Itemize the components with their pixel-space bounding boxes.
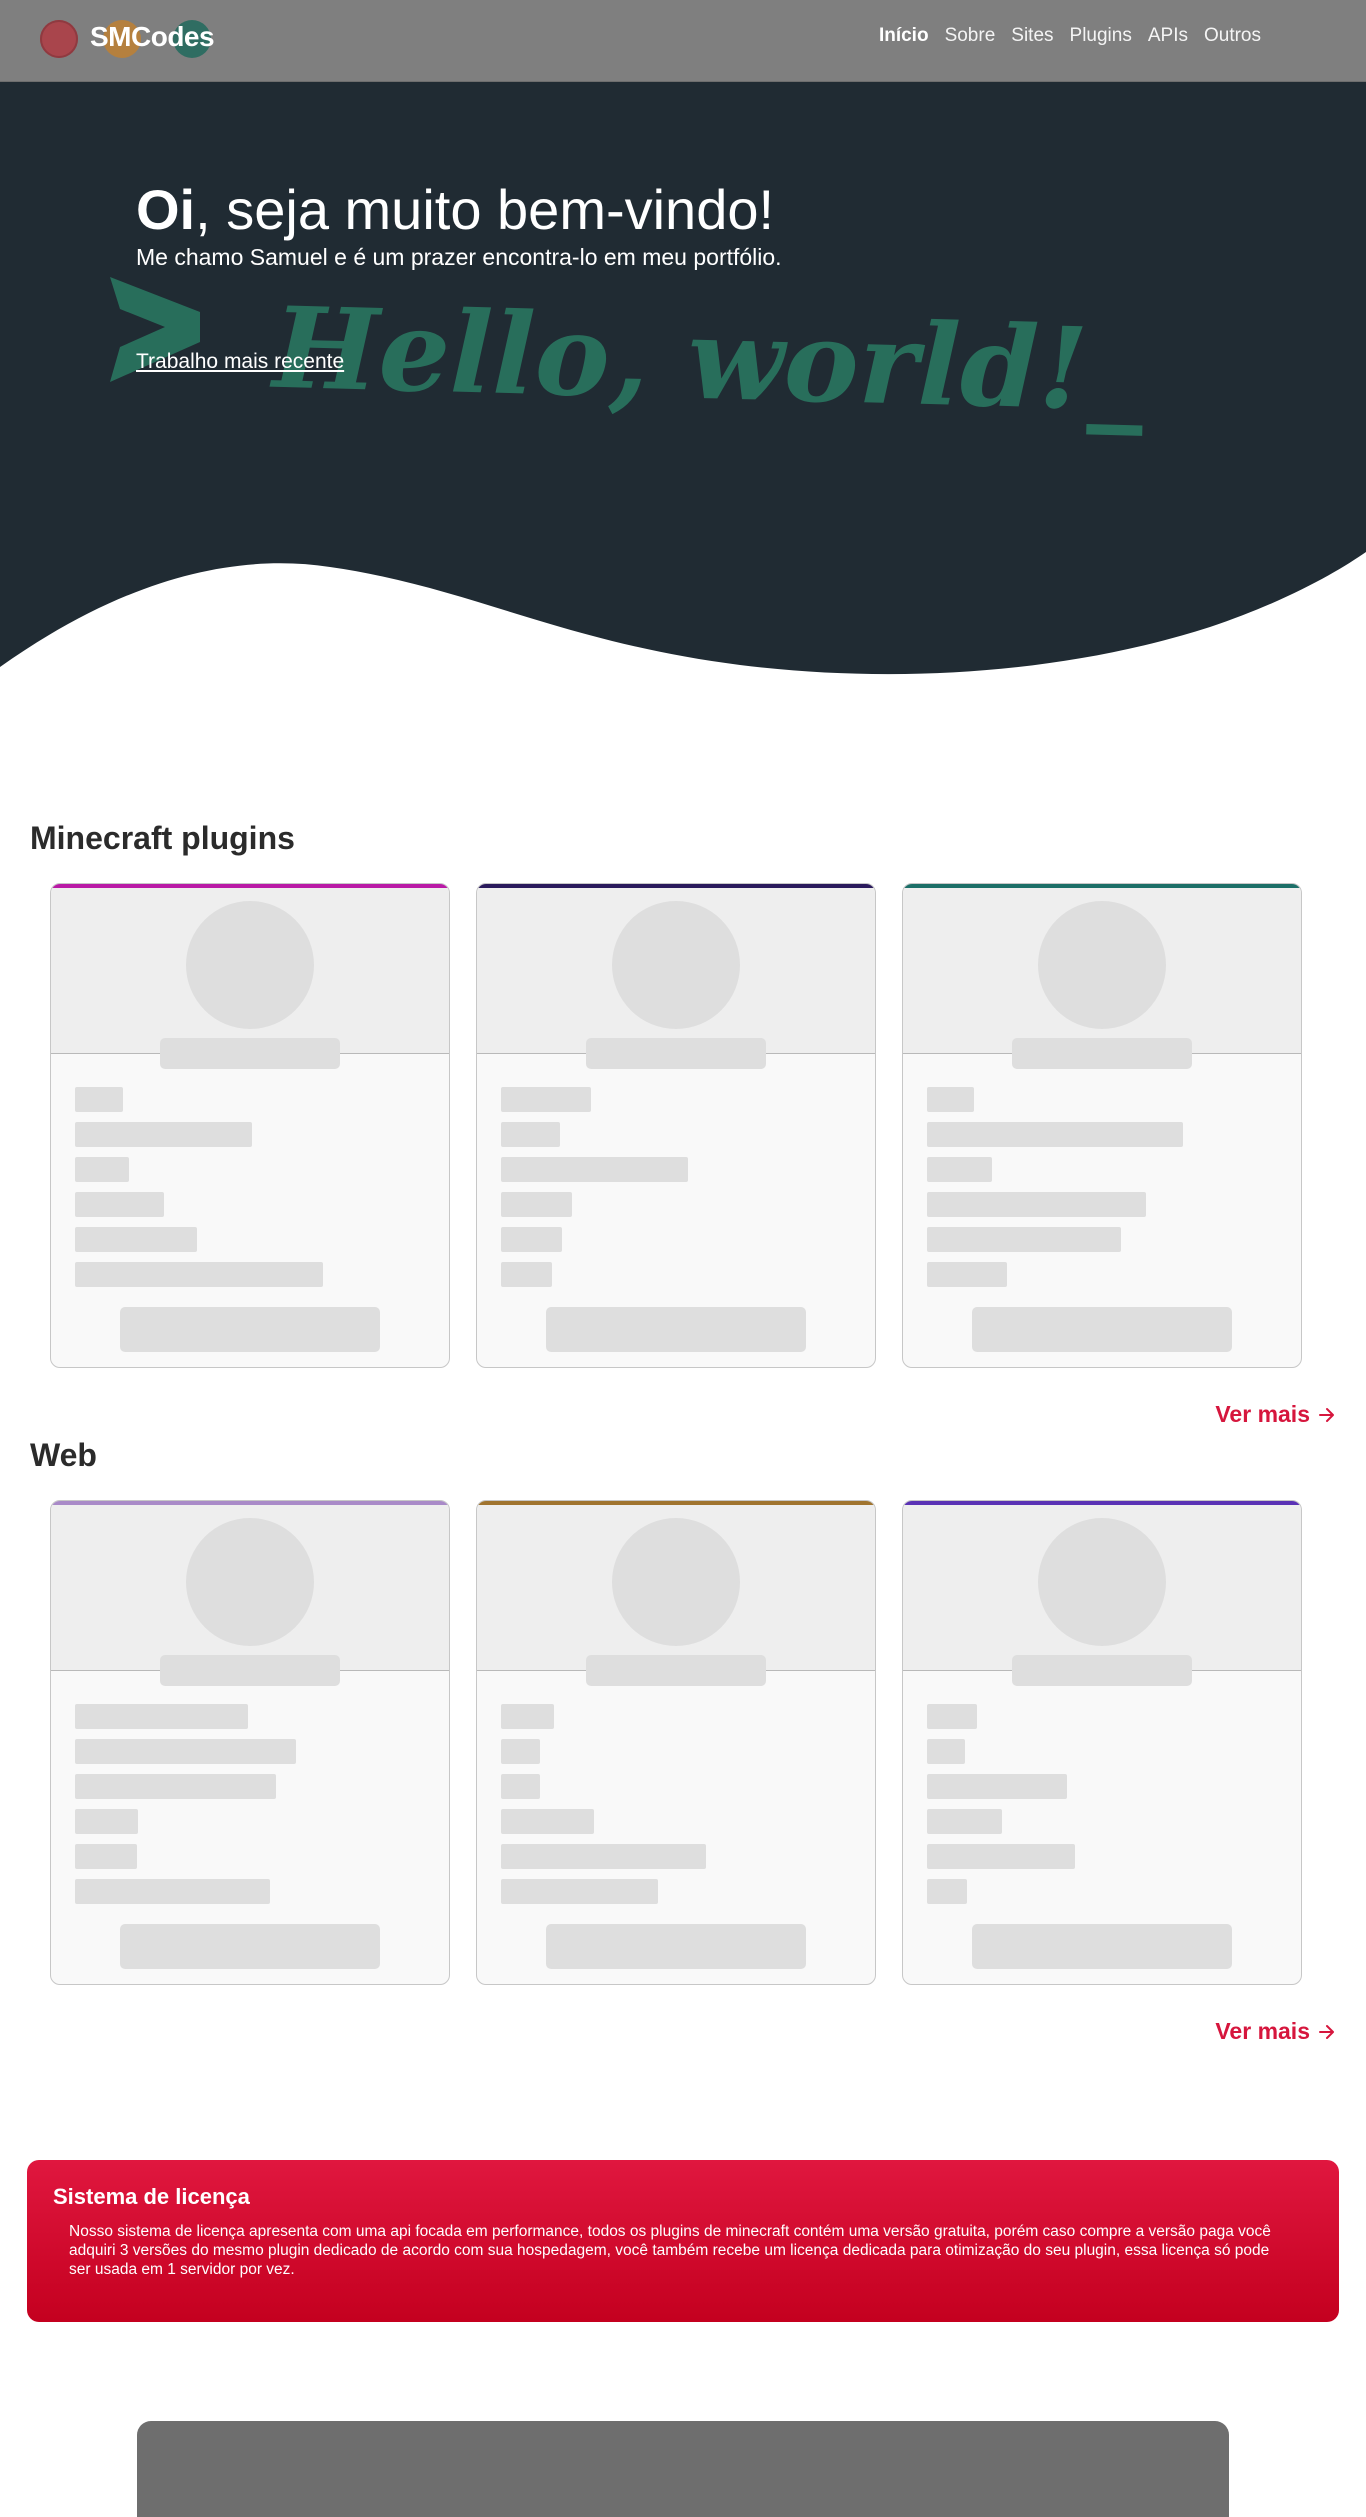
ver-mais-label: Ver mais: [1215, 2018, 1310, 2044]
brand-name[interactable]: SMCodes: [90, 21, 215, 53]
card-text-placeholders: [75, 1704, 296, 1914]
card-text-placeholders: [75, 1087, 323, 1297]
card-button-placeholder[interactable]: [120, 1924, 380, 1969]
nav-links: Início Sobre Sites Plugins APIs Outros: [871, 25, 1269, 47]
text-line-placeholder: [927, 1809, 1002, 1834]
card-button-placeholder[interactable]: [546, 1924, 806, 1969]
plugin-card-skeleton[interactable]: [902, 883, 1302, 1368]
card-button-placeholder[interactable]: [546, 1307, 806, 1352]
text-line-placeholder: [927, 1122, 1183, 1147]
card-button-placeholder[interactable]: [972, 1924, 1232, 1969]
text-line-placeholder: [927, 1087, 974, 1112]
card-avatar-placeholder: [612, 1518, 740, 1646]
license-title: Sistema de licença: [53, 2184, 250, 2209]
license-description: Nosso sistema de licença apresenta com u…: [69, 2223, 1271, 2278]
card-title-placeholder: [160, 1038, 340, 1069]
web-cards: [50, 1500, 1302, 1985]
ver-mais-web-link[interactable]: Ver mais: [1215, 2018, 1336, 2045]
web-card-skeleton[interactable]: [476, 1500, 876, 1985]
text-line-placeholder: [501, 1704, 554, 1729]
text-line-placeholder: [927, 1879, 967, 1904]
card-header: [51, 1505, 449, 1671]
text-line-placeholder: [75, 1192, 164, 1217]
card-text-placeholders: [501, 1704, 706, 1914]
nav-link-outros[interactable]: Outros: [1196, 25, 1269, 47]
text-line-placeholder: [75, 1122, 252, 1147]
card-title-placeholder: [586, 1038, 766, 1069]
text-line-placeholder: [927, 1739, 965, 1764]
card-header: [903, 888, 1301, 1054]
card-header: [51, 888, 449, 1054]
text-line-placeholder: [75, 1157, 129, 1182]
bottom-panel: [137, 2421, 1229, 2517]
text-line-placeholder: [927, 1844, 1075, 1869]
plugin-card-skeleton[interactable]: [476, 883, 876, 1368]
ver-mais-label: Ver mais: [1215, 1401, 1310, 1427]
nav-link-plugins[interactable]: Plugins: [1062, 25, 1140, 47]
plugin-card-skeleton[interactable]: [50, 883, 450, 1368]
text-line-placeholder: [75, 1227, 197, 1252]
hero-section: Hello, world!_ Oi, seja muito bem-vindo!…: [0, 82, 1366, 682]
card-button-placeholder[interactable]: [972, 1307, 1232, 1352]
hero-wave-divider: [0, 552, 1366, 682]
text-line-placeholder: [75, 1262, 323, 1287]
card-text-placeholders: [501, 1087, 688, 1297]
text-line-placeholder: [75, 1774, 276, 1799]
text-line-placeholder: [927, 1227, 1121, 1252]
text-line-placeholder: [927, 1262, 1007, 1287]
text-line-placeholder: [75, 1809, 138, 1834]
card-avatar-placeholder: [186, 1518, 314, 1646]
card-title-placeholder: [1012, 1655, 1192, 1686]
section-title-minecraft: Minecraft plugins: [30, 820, 295, 856]
text-line-placeholder: [501, 1122, 560, 1147]
text-line-placeholder: [501, 1879, 658, 1904]
arrow-right-icon: [1319, 1407, 1334, 1422]
text-line-placeholder: [501, 1157, 688, 1182]
text-line-placeholder: [501, 1809, 594, 1834]
text-line-placeholder: [501, 1227, 562, 1252]
license-banner: Sistema de licença Nosso sistema de lice…: [27, 2160, 1339, 2322]
logo-circle-red: [40, 20, 78, 58]
text-line-placeholder: [501, 1774, 540, 1799]
text-line-placeholder: [501, 1844, 706, 1869]
card-text-placeholders: [927, 1704, 1075, 1914]
arrow-right-icon: [1319, 2024, 1334, 2039]
text-line-placeholder: [501, 1087, 591, 1112]
card-header: [903, 1505, 1301, 1671]
text-line-placeholder: [75, 1704, 248, 1729]
card-button-placeholder[interactable]: [120, 1307, 380, 1352]
section-title-web: Web: [30, 1437, 97, 1473]
text-line-placeholder: [501, 1262, 552, 1287]
text-line-placeholder: [501, 1739, 540, 1764]
nav-link-inicio[interactable]: Início: [871, 25, 937, 47]
text-line-placeholder: [927, 1192, 1146, 1217]
card-title-placeholder: [1012, 1038, 1192, 1069]
text-line-placeholder: [927, 1704, 977, 1729]
text-line-placeholder: [75, 1087, 123, 1112]
card-avatar-placeholder: [186, 901, 314, 1029]
card-avatar-placeholder: [1038, 901, 1166, 1029]
text-line-placeholder: [75, 1879, 270, 1904]
ver-mais-minecraft-link[interactable]: Ver mais: [1215, 1401, 1336, 1428]
card-title-placeholder: [586, 1655, 766, 1686]
card-text-placeholders: [927, 1087, 1183, 1297]
brand-logo[interactable]: SMCodes: [40, 18, 240, 58]
nav-link-sobre[interactable]: Sobre: [937, 25, 1004, 47]
text-line-placeholder: [75, 1739, 296, 1764]
card-title-placeholder: [160, 1655, 340, 1686]
nav-link-apis[interactable]: APIs: [1140, 25, 1196, 47]
text-line-placeholder: [501, 1192, 572, 1217]
web-card-skeleton[interactable]: [50, 1500, 450, 1985]
navbar: SMCodes Início Sobre Sites Plugins APIs …: [0, 0, 1366, 82]
card-header: [477, 1505, 875, 1671]
text-line-placeholder: [927, 1774, 1067, 1799]
nav-link-sites[interactable]: Sites: [1003, 25, 1061, 47]
card-header: [477, 888, 875, 1054]
card-avatar-placeholder: [612, 901, 740, 1029]
web-card-skeleton[interactable]: [902, 1500, 1302, 1985]
text-line-placeholder: [75, 1844, 137, 1869]
card-avatar-placeholder: [1038, 1518, 1166, 1646]
minecraft-cards: [50, 883, 1302, 1368]
text-line-placeholder: [927, 1157, 992, 1182]
